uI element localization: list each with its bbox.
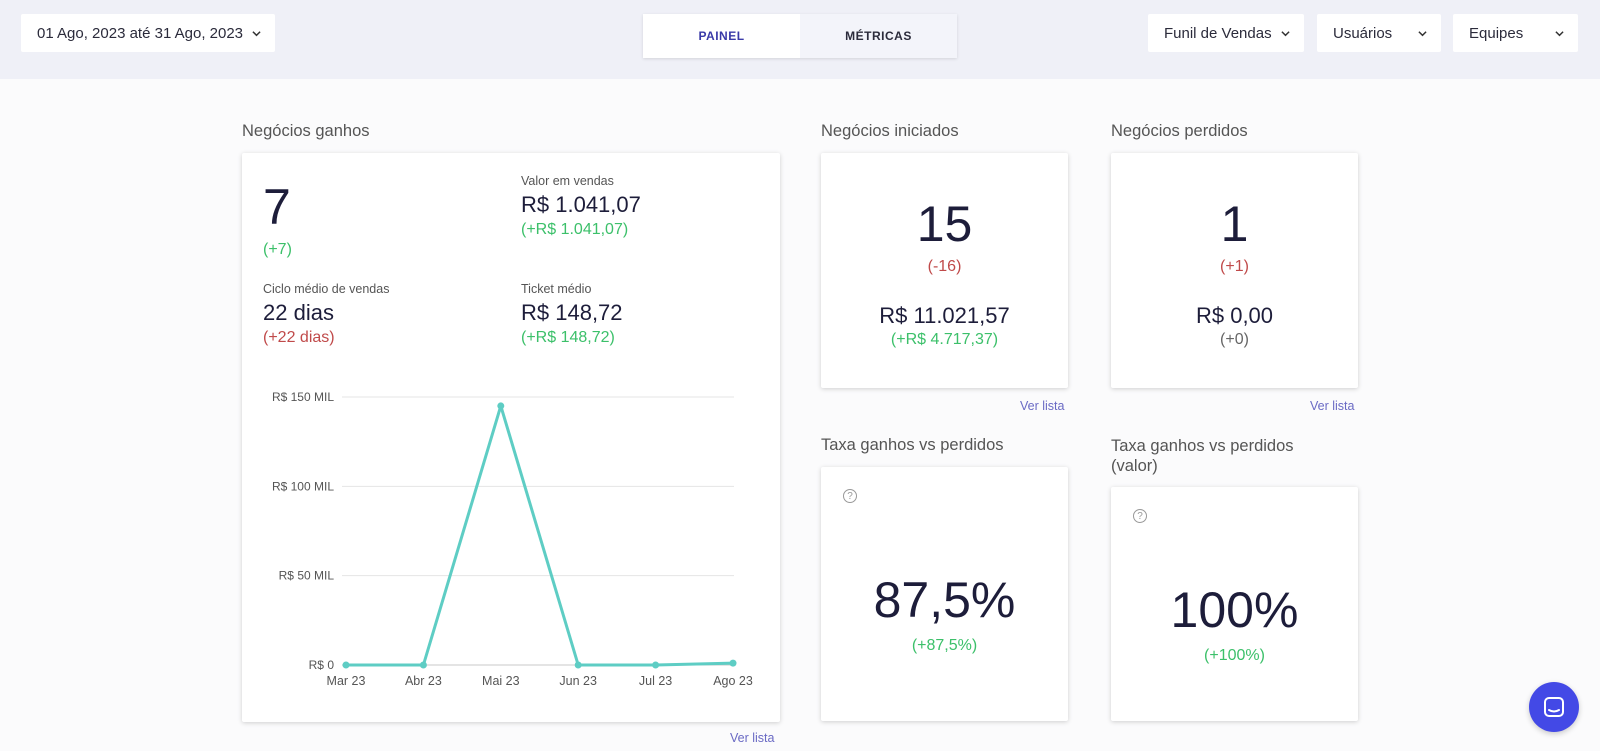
data-point[interactable] xyxy=(497,402,505,410)
x-tick-label: Mai 23 xyxy=(482,674,520,688)
data-point[interactable] xyxy=(342,661,350,669)
pipeline-dropdown[interactable]: Funil de Vendas xyxy=(1148,14,1304,52)
started-title: Negócios iniciados xyxy=(821,122,959,140)
started-value-delta: (+R$ 4.717,37) xyxy=(890,331,999,348)
y-tick-label: R$ 100 MIL xyxy=(272,479,334,493)
data-point[interactable] xyxy=(729,659,737,667)
won-line-chart: R$ 0 R$ 50 MIL R$ 100 MIL R$ 150 MIL Mar 23 A… xyxy=(272,390,753,688)
chevron-down-icon xyxy=(1281,30,1290,36)
won-title: Negócios ganhos xyxy=(242,122,370,140)
lost-value-delta: (+0) xyxy=(1220,331,1249,348)
won-list-link[interactable]: Ver lista xyxy=(730,731,774,745)
y-tick-label: R$ 0 xyxy=(309,658,335,672)
rate-value-card: ? 100% (+100%) xyxy=(1111,487,1358,721)
rate-value: 87,5% xyxy=(873,572,1016,628)
y-tick-label: R$ 150 MIL xyxy=(272,390,334,404)
x-tick-label: Jul 23 xyxy=(639,674,672,688)
rate-value-delta: (+100%) xyxy=(1204,647,1265,664)
lost-card: 1 (+1) R$ 0,00 (+0) xyxy=(1111,153,1358,388)
started-list-link[interactable]: Ver lista xyxy=(1020,399,1064,413)
teams-label: Equipes xyxy=(1469,24,1524,42)
help-icon[interactable]: ? xyxy=(843,489,857,503)
x-tick-label: Abr 23 xyxy=(405,674,442,688)
pipeline-label: Funil de Vendas xyxy=(1164,24,1272,42)
chat-button[interactable] xyxy=(1529,682,1579,732)
lost-count: 1 xyxy=(1220,196,1249,252)
started-value: R$ 11.021,57 xyxy=(879,303,1010,328)
date-range-dropdown[interactable]: 01 Ago, 2023 até 31 Ago, 2023 xyxy=(21,14,275,52)
rate-value-title: Taxa ganhos vs perdidos (valor) xyxy=(1111,437,1294,475)
help-icon[interactable]: ? xyxy=(1133,509,1147,523)
lost-list-link[interactable]: Ver lista xyxy=(1310,399,1354,413)
chevron-down-icon xyxy=(1418,30,1427,36)
rate-title: Taxa ganhos vs perdidos xyxy=(821,436,1004,454)
tab-painel[interactable]: PAINEL xyxy=(643,14,800,58)
chevron-down-icon xyxy=(252,30,261,36)
tab-metricas[interactable]: MÉTRICAS xyxy=(800,14,957,58)
users-dropdown[interactable]: Usuários xyxy=(1317,14,1441,52)
won-count: 7 xyxy=(263,179,291,235)
lost-title: Negócios perdidos xyxy=(1111,122,1248,140)
y-tick-label: R$ 50 MIL xyxy=(279,569,335,583)
cycle-value: 22 dias xyxy=(263,300,334,325)
data-point[interactable] xyxy=(419,661,427,669)
lost-value: R$ 0,00 xyxy=(1195,303,1274,328)
won-card: 7 (+7) Valor em vendas R$ 1.041,07 (+R$ … xyxy=(242,153,780,722)
rate-card: ? 87,5% (+87,5%) xyxy=(821,467,1068,721)
cycle-delta: (+22 dias) xyxy=(263,329,335,346)
ticket-value: R$ 148,72 xyxy=(521,300,623,325)
date-range-label: 01 Ago, 2023 até 31 Ago, 2023 xyxy=(37,24,244,42)
x-tick-label: Mar 23 xyxy=(327,674,366,688)
started-count-delta: (-16) xyxy=(927,258,962,275)
sales-value: R$ 1.041,07 xyxy=(521,192,641,217)
lost-count-delta: (+1) xyxy=(1220,258,1249,275)
x-tick-label: Ago 23 xyxy=(713,674,753,688)
ticket-delta: (+R$ 148,72) xyxy=(521,329,615,346)
rate-value-value: 100% xyxy=(1170,582,1299,638)
sales-value-label: Valor em vendas xyxy=(521,174,614,188)
x-tick-label: Jun 23 xyxy=(559,674,597,688)
data-point[interactable] xyxy=(652,661,660,669)
chat-icon xyxy=(1544,697,1564,717)
won-count-delta: (+7) xyxy=(263,241,292,258)
top-bar: 01 Ago, 2023 até 31 Ago, 2023 PAINEL MÉT… xyxy=(0,0,1600,79)
sales-value-delta: (+R$ 1.041,07) xyxy=(521,221,629,238)
series-line xyxy=(346,404,734,667)
view-tabs: PAINEL MÉTRICAS xyxy=(643,14,957,58)
started-count: 15 xyxy=(916,196,973,252)
cycle-label: Ciclo médio de vendas xyxy=(263,282,390,296)
ticket-label: Ticket médio xyxy=(521,282,592,296)
chevron-down-icon xyxy=(1555,30,1564,36)
started-card: 15 (-16) R$ 11.021,57 (+R$ 4.717,37) xyxy=(821,153,1068,388)
rate-delta: (+87,5%) xyxy=(911,637,978,654)
data-point[interactable] xyxy=(574,661,582,669)
teams-dropdown[interactable]: Equipes xyxy=(1453,14,1578,52)
users-label: Usuários xyxy=(1333,24,1393,42)
